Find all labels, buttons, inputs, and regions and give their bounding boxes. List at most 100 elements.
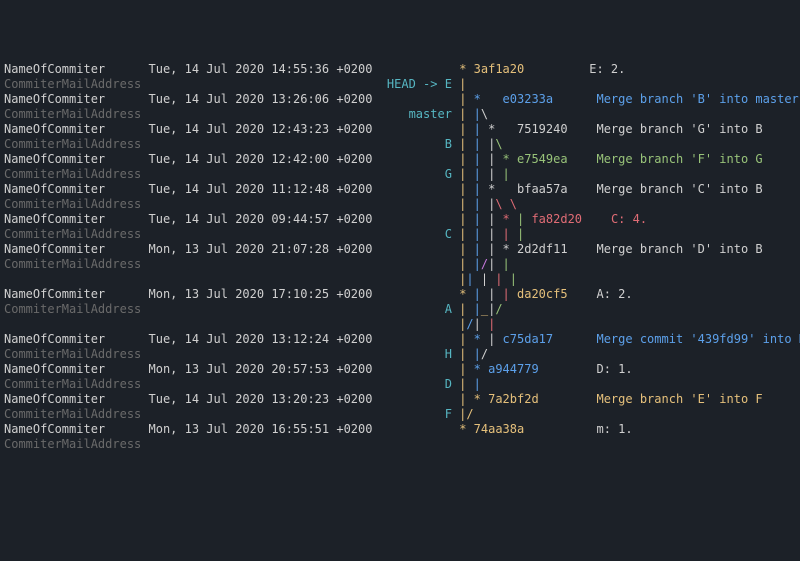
graph-char: \ (481, 107, 488, 121)
commit-message: m: 1. (596, 422, 632, 436)
commit-date: Mon, 13 Jul 2020 20:57:53 +0200 (149, 362, 373, 376)
commit-line-2: CommiterMailAddress | |/| | (4, 257, 796, 272)
graph-char: * (503, 152, 517, 166)
commit-hash: 2d2df11 (517, 242, 568, 256)
ref-name: HEAD -> E (380, 77, 452, 91)
committer-name: NameOfCommiter (4, 362, 149, 376)
commit-date: Tue, 14 Jul 2020 13:26:06 +0200 (149, 92, 373, 106)
graph-char: | (474, 242, 488, 256)
ref-spacer (380, 392, 452, 406)
commit-hash: 7519240 (517, 122, 568, 136)
graph-char: | (488, 317, 495, 331)
commit-message: Merge branch 'F' into G (596, 152, 762, 166)
git-log-output: NameOfCommiter Tue, 14 Jul 2020 14:55:36… (4, 62, 796, 452)
commit-line-2: CommiterMailAddress C | | | | | (4, 227, 796, 242)
ref-name: F (380, 407, 452, 421)
ref-name: B (380, 137, 452, 151)
committer-email: CommiterMailAddress (4, 227, 149, 241)
ref-spacer (380, 212, 452, 226)
commit-message: E: 2. (589, 62, 625, 76)
commit-line: NameOfCommiter Mon, 13 Jul 2020 17:10:25… (4, 287, 796, 302)
commit-line-2: CommiterMailAddress H | |/ (4, 347, 796, 362)
commit-message: Merge branch 'B' into master (596, 92, 798, 106)
commit-line: NameOfCommiter Tue, 14 Jul 2020 13:20:23… (4, 392, 796, 407)
commit-hash: e7549ea (517, 152, 568, 166)
graph-char: | (481, 272, 495, 286)
commit-date: Tue, 14 Jul 2020 12:43:23 +0200 (149, 122, 373, 136)
graph-char: | (474, 167, 488, 181)
graph-char: | (503, 227, 517, 241)
graph-char: / (466, 407, 473, 421)
committer-email: CommiterMailAddress (4, 167, 149, 181)
ref-name (380, 437, 452, 451)
commit-line-2: CommiterMailAddress | | |\ \ (4, 197, 796, 212)
graph-char: | (474, 317, 488, 331)
committer-email: CommiterMailAddress (4, 107, 149, 121)
graph-char: | (474, 197, 488, 211)
commit-hash: a944779 (488, 362, 539, 376)
committer-name: NameOfCommiter (4, 122, 149, 136)
commit-line-2: CommiterMailAddress F |/ (4, 407, 796, 422)
ref-spacer (380, 152, 452, 166)
committer-name: NameOfCommiter (4, 152, 149, 166)
graph-char: | (510, 272, 517, 286)
graph-char: / (466, 317, 473, 331)
ref-name: G (380, 167, 452, 181)
graph-char: | (474, 347, 481, 361)
graph-char: \ \ (495, 197, 517, 211)
committer-name: NameOfCommiter (4, 182, 149, 196)
graph-char: | (459, 242, 473, 256)
commit-date: Tue, 14 Jul 2020 13:12:24 +0200 (149, 332, 373, 346)
graph-char: * (474, 392, 488, 406)
graph-char: | (488, 332, 502, 346)
graph-char: | (474, 212, 488, 226)
committer-name: NameOfCommiter (4, 422, 149, 436)
graph-char: | (459, 122, 473, 136)
commit-hash: 3af1a20 (474, 62, 525, 76)
graph-char: | (459, 197, 473, 211)
ref-spacer (380, 332, 452, 346)
committer-email: CommiterMailAddress (4, 407, 149, 421)
graph-char: * (459, 422, 473, 436)
committer-email: CommiterMailAddress (4, 437, 149, 451)
commit-date: Tue, 14 Jul 2020 12:42:00 +0200 (149, 152, 373, 166)
commit-message: A: 2. (596, 287, 632, 301)
commit-hash: fa82d20 (531, 212, 582, 226)
committer-name: NameOfCommiter (4, 242, 149, 256)
graph-char: | (474, 377, 481, 391)
graph-char: | (459, 257, 473, 271)
committer-name: NameOfCommiter (4, 392, 149, 406)
graph-char: | (459, 362, 473, 376)
graph-char: | (488, 152, 502, 166)
committer-email: CommiterMailAddress (4, 197, 149, 211)
commit-date: Tue, 14 Jul 2020 13:20:23 +0200 (149, 392, 373, 406)
graph-char: * (488, 122, 517, 136)
graph-char: | (488, 257, 502, 271)
commit-message: Merge branch 'D' into B (596, 242, 762, 256)
graph-char: | (488, 212, 502, 226)
graph-char: | (474, 122, 488, 136)
graph-char: | (517, 227, 524, 241)
graph-char: | (488, 167, 502, 181)
committer-email: CommiterMailAddress (4, 347, 149, 361)
ref-spacer (380, 242, 452, 256)
commit-hash: 7a2bf2d (488, 392, 539, 406)
commit-line: NameOfCommiter Tue, 14 Jul 2020 09:44:57… (4, 212, 796, 227)
graph-char: | (474, 227, 488, 241)
commit-date: Mon, 13 Jul 2020 21:07:28 +0200 (149, 242, 373, 256)
graph-char: | (459, 302, 473, 316)
graph-char: \ (495, 137, 502, 151)
commit-date: Mon, 13 Jul 2020 16:55:51 +0200 (149, 422, 373, 436)
commit-date: Tue, 14 Jul 2020 09:44:57 +0200 (149, 212, 373, 226)
commit-line-2: CommiterMailAddress master | |\ (4, 107, 796, 122)
graph-char: | (459, 182, 473, 196)
ref-name (380, 257, 452, 271)
graph-line: |/| | (4, 317, 796, 332)
graph-char: | (488, 227, 502, 241)
graph-char: * (474, 332, 488, 346)
commit-line: NameOfCommiter Tue, 14 Jul 2020 14:55:36… (4, 62, 796, 77)
graph-char: | (459, 332, 473, 346)
ref-spacer (380, 92, 452, 106)
ref-spacer (380, 122, 452, 136)
graph-char: * (474, 92, 503, 106)
